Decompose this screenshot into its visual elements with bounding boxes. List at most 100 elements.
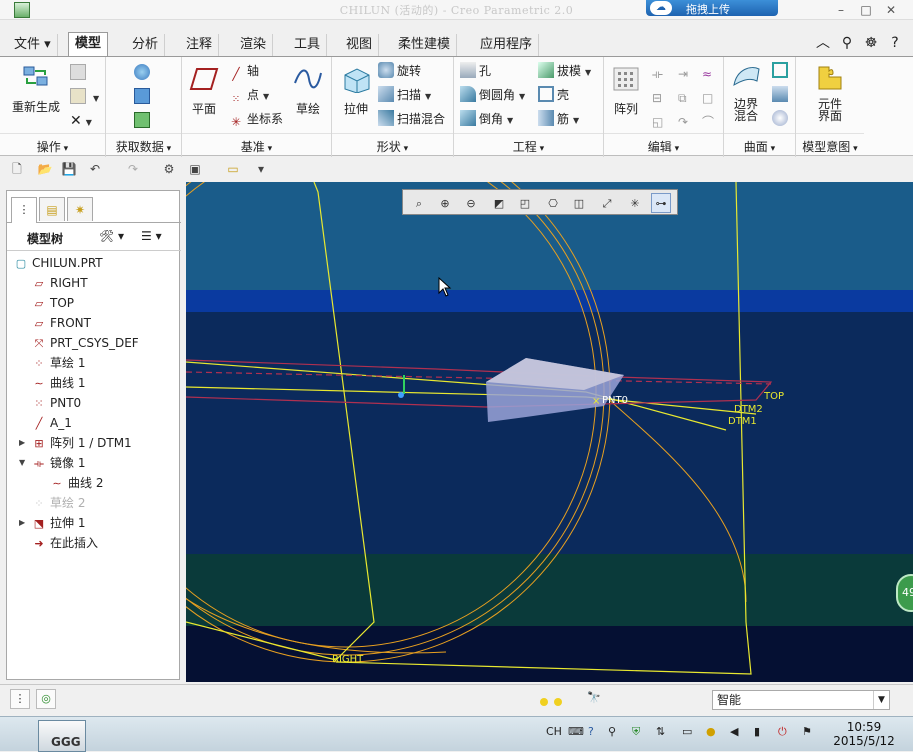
group-label-datum[interactable]: 基准 <box>182 138 331 155</box>
save-icon[interactable]: 💾 <box>60 160 78 178</box>
taskbar-app-button[interactable]: GGG <box>38 720 86 752</box>
solidify-button[interactable]: ⌒ <box>702 109 721 129</box>
expand-arrow-icon[interactable]: ▶ <box>19 513 25 533</box>
language-indicator[interactable]: CH <box>546 725 562 738</box>
tree-node[interactable]: ▱ FRONT <box>31 313 91 333</box>
rib-button[interactable]: 筋 ▼ <box>538 109 579 129</box>
tree-node[interactable]: ∼ 曲线 2 <box>49 473 103 493</box>
tree-node[interactable]: ➜ 在此插入 <box>31 533 98 553</box>
round-button[interactable]: 倒圆角 ▼ <box>460 85 525 105</box>
group-label-get-data[interactable]: 获取数据 <box>106 138 181 155</box>
new-icon[interactable]: 🗋 <box>8 160 26 178</box>
annotation-display-icon[interactable]: ⊶ <box>651 193 671 213</box>
plane-button[interactable]: 平面 <box>186 65 222 117</box>
progress-badge[interactable]: 49 <box>896 574 913 612</box>
csys-button[interactable]: ✳ 坐标系 <box>228 109 283 129</box>
delete-button[interactable]: ✕ ▼ <box>70 111 92 131</box>
group-label-engineering[interactable]: 工程 <box>454 138 603 155</box>
graphics-viewport[interactable]: × PNT0 TOP DTM2 DTM1 RIGHT ⌕ ⊕ ⊖ ◩ ◰ ⎔ ◫… <box>186 182 913 682</box>
upload-button[interactable]: ☁ 拖拽上传 <box>646 0 778 16</box>
favorites-tab[interactable]: ✷ <box>67 197 93 221</box>
help-icon[interactable]: ? <box>883 35 907 51</box>
tab-analysis[interactable]: 分析 <box>126 34 166 56</box>
tab-model[interactable]: 模型 <box>68 32 109 56</box>
chamfer-button[interactable]: 倒角 ▼ <box>460 109 513 129</box>
model-tree-tab[interactable]: ⋮ <box>11 197 37 223</box>
trim-button[interactable]: ⇥ <box>678 61 697 81</box>
tree-node[interactable]: ▶ ⊞ 阵列 1 / DTM1 <box>19 433 132 453</box>
tree-node[interactable]: ⁘ 草绘 2 <box>31 493 85 513</box>
battery-icon[interactable]: ▭ <box>682 725 692 738</box>
undo-icon[interactable]: ↶ <box>86 160 104 178</box>
group-label-shapes[interactable]: 形状 <box>332 138 453 155</box>
sketch-button[interactable]: 草绘 <box>288 65 328 117</box>
close-window-icon[interactable]: ▭ <box>224 160 242 178</box>
shell-button[interactable]: 壳 <box>538 85 569 105</box>
saved-views-icon[interactable]: ⎔ <box>543 193 563 213</box>
tab-annotate[interactable]: 注释 <box>180 34 220 56</box>
repaint-icon[interactable]: ◩ <box>489 193 509 213</box>
refit-icon[interactable]: ⌕ <box>409 193 429 213</box>
spin-center-icon[interactable]: ✳ <box>625 193 645 213</box>
open-icon[interactable]: 📂 <box>36 160 54 178</box>
tree-columns-icon[interactable]: ☰ ▾ <box>141 229 162 243</box>
flag-icon[interactable]: ⚑ <box>802 725 812 738</box>
user-defined-feature-button[interactable] <box>134 63 153 83</box>
regenerate-button[interactable]: 重新生成 <box>8 63 64 115</box>
offset-button[interactable]: ◱ <box>652 109 671 129</box>
component-interface-button[interactable]: 元件 界面 <box>806 63 854 122</box>
tree-node[interactable]: ▱ TOP <box>31 293 74 313</box>
group-label-editing[interactable]: 编辑 <box>604 138 723 155</box>
volume-icon[interactable]: ◀ <box>730 725 738 738</box>
tree-node[interactable]: ▱ RIGHT <box>31 273 88 293</box>
sweep-button[interactable]: 扫描 ▼ <box>378 85 431 105</box>
group-label-surfaces[interactable]: 曲面 <box>724 138 795 155</box>
pin-icon[interactable]: ⚲ <box>608 725 616 738</box>
revolve-button[interactable]: 旋转 <box>378 61 421 81</box>
search-icon[interactable]: ⚲ <box>835 35 859 51</box>
extend-button[interactable]: ⊟ <box>652 85 671 105</box>
extrude-button[interactable]: 拉伸 <box>336 65 376 117</box>
hole-button[interactable]: 孔 <box>460 61 491 81</box>
axis-button[interactable]: ╱ 轴 <box>228 61 259 81</box>
keyboard-icon[interactable]: ⌨ <box>568 725 584 738</box>
minimize-button[interactable]: – <box>830 2 852 18</box>
tab-render[interactable]: 渲染 <box>234 34 274 56</box>
customize-toolbar-icon[interactable]: ▾ <box>252 160 270 178</box>
paste-button[interactable]: ▼ <box>70 87 99 107</box>
show-navigator-icon[interactable]: ⋮ <box>10 689 30 709</box>
group-label-operations[interactable]: 操作 <box>0 138 105 155</box>
zoom-in-icon[interactable]: ⊕ <box>435 193 455 213</box>
copy-button[interactable] <box>70 63 89 83</box>
power-icon[interactable]: ⏻ <box>778 725 787 739</box>
view-manager-icon[interactable]: ◫ <box>569 193 589 213</box>
tab-tools[interactable]: 工具 <box>288 34 328 56</box>
merge-button[interactable]: ⧉ <box>678 85 697 105</box>
collapse-ribbon-icon[interactable]: ︿ <box>811 32 835 52</box>
tree-node[interactable]: ⁘ 草绘 1 <box>31 353 85 373</box>
browser-icon[interactable]: ◎ <box>36 689 56 709</box>
tree-node[interactable]: ╱ A_1 <box>31 413 72 433</box>
redo-icon[interactable]: ↷ <box>124 160 142 178</box>
tree-node[interactable]: ▶ ⬔ 拉伸 1 <box>19 513 85 533</box>
display-style-icon[interactable]: ◰ <box>515 193 535 213</box>
draft-button[interactable]: 拔模 ▼ <box>538 61 591 81</box>
style-button[interactable] <box>772 109 791 129</box>
selection-filter[interactable]: 智能 ▼ <box>712 690 890 710</box>
swept-blend-button[interactable]: 扫描混合 <box>378 109 445 129</box>
network-icon[interactable]: ⇅ <box>656 725 665 738</box>
freestyle-button[interactable] <box>772 85 791 105</box>
intersect-button[interactable]: ↷ <box>678 109 697 129</box>
copy-geometry-button[interactable] <box>134 87 153 107</box>
shrinkwrap-button[interactable] <box>134 111 153 131</box>
tree-node[interactable]: ▼ ⟛ 镜像 1 <box>19 453 85 473</box>
expand-arrow-icon[interactable]: ▶ <box>19 433 25 453</box>
restore-button[interactable]: □ <box>855 2 877 18</box>
regenerate-quick-icon[interactable]: ⚙ <box>160 160 178 178</box>
collapse-arrow-icon[interactable]: ▼ <box>19 453 25 473</box>
close-button[interactable]: ✕ <box>880 2 902 18</box>
datum-display-icon[interactable]: ⤢ <box>597 193 617 213</box>
point-button[interactable]: ⁙ 点 ▼ <box>228 85 269 105</box>
group-label-model-intent[interactable]: 模型意图 <box>796 138 864 155</box>
clock[interactable]: 10:59 2015/5/12 <box>832 720 896 748</box>
